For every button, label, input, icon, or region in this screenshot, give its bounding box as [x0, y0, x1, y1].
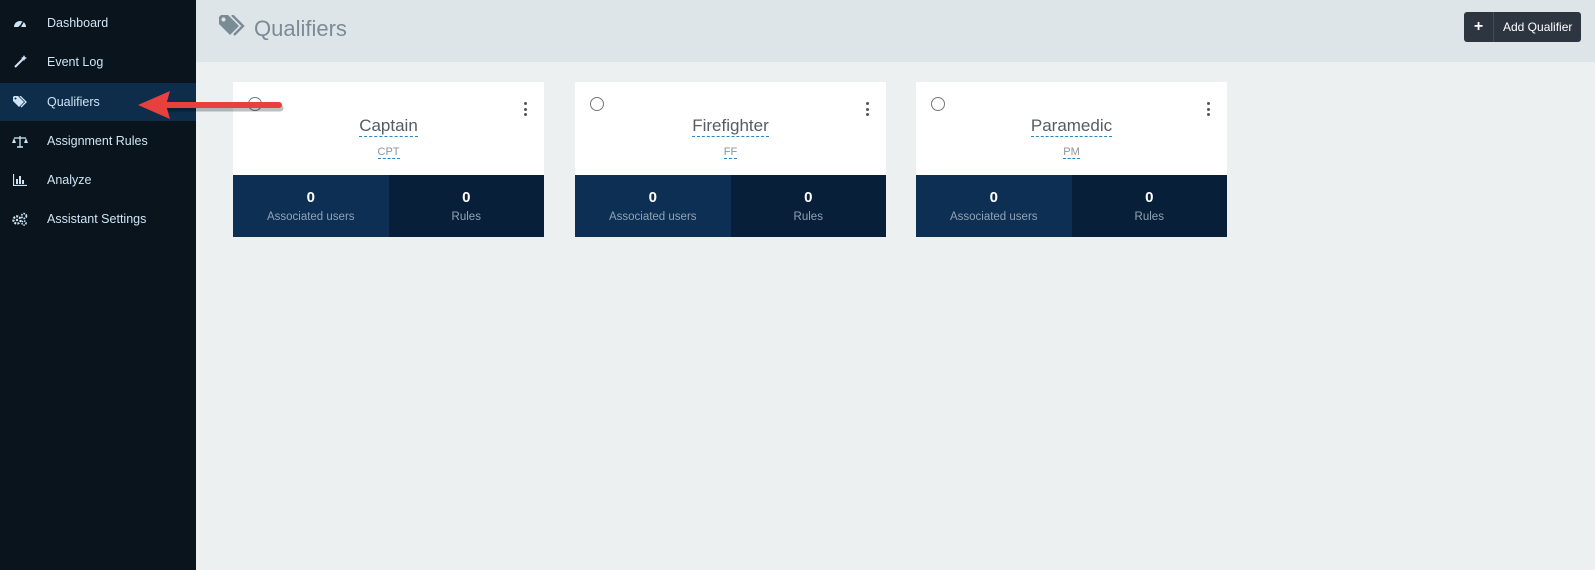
page-title-group: Qualifiers: [219, 14, 347, 42]
main-content: Qualifiers + Add Qualifier Captain CPT 0…: [196, 0, 1595, 570]
associated-users-stat[interactable]: 0 Associated users: [575, 175, 731, 237]
annotation-arrow-icon: [138, 91, 284, 119]
rules-label: Rules: [451, 211, 481, 223]
select-radio[interactable]: [590, 97, 604, 111]
qualifier-code-text[interactable]: PM: [1063, 146, 1080, 159]
qualifier-code: CPT: [233, 142, 544, 160]
sidebar: Dashboard Event Log Qualifiers Assignmen…: [0, 0, 196, 570]
associated-users-stat[interactable]: 0 Associated users: [916, 175, 1072, 237]
select-radio[interactable]: [931, 97, 945, 111]
gears-icon: [12, 212, 28, 226]
add-qualifier-button[interactable]: + Add Qualifier: [1464, 12, 1581, 42]
qualifier-card-firefighter: Firefighter FF 0 Associated users 0 Rule…: [575, 82, 886, 237]
qualifier-name-text[interactable]: Captain: [359, 116, 418, 137]
qualifier-name: Paramedic: [916, 116, 1227, 137]
rules-label: Rules: [793, 211, 823, 223]
rules-stat[interactable]: 0 Rules: [388, 175, 544, 237]
rules-count: 0: [1145, 189, 1154, 206]
qualifier-code-text[interactable]: FF: [723, 146, 738, 159]
sidebar-item-label: Dashboard: [47, 16, 109, 30]
rules-stat[interactable]: 0 Rules: [730, 175, 886, 237]
rules-count: 0: [804, 189, 813, 206]
associated-users-label: Associated users: [608, 211, 697, 223]
plus-icon: +: [1464, 12, 1494, 42]
associated-users-count: 0: [648, 189, 657, 206]
page-title: Qualifiers: [254, 15, 347, 41]
sidebar-item-label: Assistant Settings: [47, 212, 147, 226]
sidebar-item-label: Assignment Rules: [47, 134, 148, 148]
tags-icon: [219, 14, 246, 42]
qualifier-stats: 0 Associated users 0 Rules: [233, 175, 544, 237]
rules-stat[interactable]: 0 Rules: [1071, 175, 1227, 237]
sidebar-item-event-log[interactable]: Event Log: [0, 43, 196, 81]
sidebar-item-assistant-settings[interactable]: Assistant Settings: [0, 200, 196, 238]
dashboard-icon: [12, 16, 28, 30]
qualifier-code: FF: [575, 142, 886, 160]
rules-label: Rules: [1134, 211, 1164, 223]
sidebar-item-label: Event Log: [47, 55, 104, 69]
add-qualifier-label: Add Qualifier: [1503, 20, 1573, 34]
sidebar-item-dashboard[interactable]: Dashboard: [0, 4, 196, 42]
qualifier-name-text[interactable]: Firefighter: [692, 116, 769, 137]
sidebar-item-assignment-rules[interactable]: Assignment Rules: [0, 122, 196, 160]
tags-icon: [12, 95, 28, 109]
qualifier-stats: 0 Associated users 0 Rules: [916, 175, 1227, 237]
sidebar-item-analyze[interactable]: Analyze: [0, 161, 196, 199]
qualifier-code: PM: [916, 142, 1227, 160]
sidebar-item-label: Qualifiers: [47, 95, 100, 109]
page-header: Qualifiers + Add Qualifier: [196, 0, 1595, 62]
sidebar-item-label: Analyze: [47, 173, 92, 187]
qualifier-card-paramedic: Paramedic PM 0 Associated users 0 Rules: [916, 82, 1227, 237]
qualifier-code-text[interactable]: CPT: [377, 146, 400, 159]
more-options-icon[interactable]: [862, 102, 872, 116]
qualifier-name-text[interactable]: Paramedic: [1030, 116, 1113, 137]
rules-count: 0: [462, 189, 471, 206]
balance-scale-icon: [12, 134, 28, 148]
qualifier-name: Firefighter: [575, 116, 886, 137]
associated-users-label: Associated users: [949, 211, 1038, 223]
more-options-icon[interactable]: [520, 102, 530, 116]
bar-chart-icon: [12, 173, 28, 187]
associated-users-count: 0: [989, 189, 998, 206]
associated-users-label: Associated users: [266, 211, 355, 223]
qualifier-stats: 0 Associated users 0 Rules: [575, 175, 886, 237]
wand-icon: [12, 55, 28, 69]
associated-users-count: 0: [306, 189, 315, 206]
associated-users-stat[interactable]: 0 Associated users: [233, 175, 389, 237]
more-options-icon[interactable]: [1203, 102, 1213, 116]
